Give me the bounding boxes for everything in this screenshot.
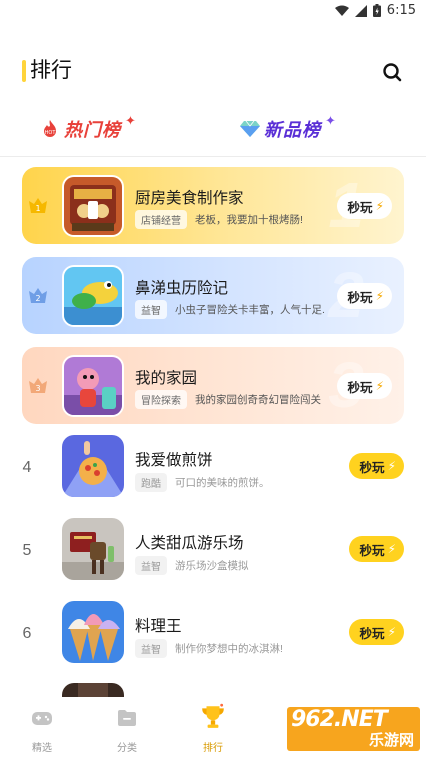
flame-icon: HOT (44, 120, 57, 137)
crown-rank-number: 1 (35, 204, 40, 213)
app-icon-ice-cream[interactable] (62, 601, 124, 663)
watermark-bottom-text: 乐游网 (368, 732, 414, 749)
lightning-icon: ⚡ (375, 289, 384, 303)
category-tag: 益智 (135, 300, 167, 319)
signal-icon (354, 4, 367, 17)
category-tag: 店铺经营 (135, 210, 187, 229)
app-description: 制作你梦想中的冰淇淋! (175, 643, 283, 655)
app-name: 鼻涕虫历险记 (135, 280, 229, 297)
app-name: 厨房美食制作家 (135, 190, 244, 207)
nav-label: 精选 (32, 743, 52, 754)
app-description: 我的家园创奇奇幻冒险闯关 (195, 394, 321, 406)
list-item[interactable]: 6 料理王 益智 制作你梦想中的冰淇淋! 秒玩 ⚡ (0, 601, 426, 663)
rank-number: 4 (22, 459, 32, 476)
play-button[interactable]: 秒玩 ⚡ (336, 373, 392, 399)
top-rank-card[interactable]: 2 2 鼻涕虫历险记 益智 小虫子冒险关卡丰富，人气十足. (22, 257, 404, 334)
app-icon-kitchen[interactable] (62, 175, 124, 237)
app-meta: 跑酷 可口的美味的煎饼。 (135, 473, 270, 492)
category-tag: 益智 (135, 556, 167, 575)
page-title: 排行 (30, 59, 72, 82)
app-description: 游乐场沙盒模拟 (175, 560, 249, 572)
category-tag: 冒险探索 (135, 390, 187, 409)
trophy-icon (202, 703, 224, 728)
play-button-label: 秒玩 (359, 543, 385, 558)
rank-number: 6 (22, 625, 32, 642)
gamepad-icon (32, 712, 52, 725)
diamond-icon (240, 120, 260, 137)
category-tag: 跑酷 (135, 473, 167, 492)
top-rank-card[interactable]: 1 1 厨房美食制作家 店铺经营 老板，我要加十根烤肠! (22, 167, 404, 244)
app-icon-melon-playground[interactable] (62, 518, 124, 580)
status-icons: 6:15 (334, 3, 416, 18)
nav-item-featured[interactable]: 精选 (17, 707, 67, 754)
crown-rank-number: 3 (35, 384, 40, 393)
nav-item-category[interactable]: 分类 (102, 707, 152, 754)
app-name: 我的家园 (135, 370, 198, 387)
battery-icon (372, 4, 381, 17)
top-rank-card[interactable]: 3 3 我的家园 冒险探索 我的家园创奇奇幻冒险闯关 (22, 347, 404, 424)
app-icon-home[interactable] (62, 355, 124, 417)
search-icon[interactable] (382, 62, 402, 82)
crown-rank-icon: 1 (29, 198, 47, 213)
header: 排行 (0, 56, 426, 88)
tab-divider (0, 156, 426, 157)
app-description: 小虫子冒险关卡丰富，人气十足. (175, 304, 325, 316)
app-meta: 店铺经营 老板，我要加十根烤肠! (135, 210, 303, 229)
play-button-label: 秒玩 (347, 200, 373, 215)
folder-icon (118, 710, 136, 726)
app-meta: 益智 制作你梦想中的冰淇淋! (135, 639, 283, 658)
play-button-label: 秒玩 (347, 290, 373, 305)
status-bar: 6:15 (0, 0, 426, 24)
wifi-icon (334, 5, 349, 16)
app-name: 我爱做煎饼 (135, 452, 213, 469)
sparkle-icon: ✦ (125, 113, 136, 128)
nav-label: 分类 (117, 743, 137, 754)
lightning-icon: ⚡ (387, 625, 396, 639)
app-name: 人类甜瓜游乐场 (135, 535, 244, 552)
crown-rank-icon: 3 (29, 378, 47, 393)
play-button[interactable]: 秒玩 ⚡ (348, 536, 404, 562)
app-icon-pancake[interactable] (62, 435, 124, 497)
app-description: 老板，我要加十根烤肠! (195, 214, 303, 226)
tab-new-label: 新品榜 (264, 120, 321, 140)
site-watermark-logo: 962.NET 乐游网 (287, 707, 420, 751)
app-name: 料理王 (135, 618, 182, 635)
lightning-icon: ⚡ (375, 199, 384, 213)
crown-rank-icon: 2 (29, 288, 47, 303)
ranking-tabs: HOT 热门榜 ✦ 新品榜 ✦ (0, 113, 426, 150)
app-icon-slug[interactable] (62, 265, 124, 327)
play-button[interactable]: 秒玩 ⚡ (336, 283, 392, 309)
play-button-label: 秒玩 (359, 626, 385, 641)
tab-hot-label: 热门榜 (64, 120, 121, 140)
play-button[interactable]: 秒玩 ⚡ (336, 193, 392, 219)
play-button[interactable]: 秒玩 ⚡ (348, 453, 404, 479)
svg-text:HOT: HOT (45, 130, 57, 136)
lightning-icon: ⚡ (375, 379, 384, 393)
sparkle-icon: ✦ (325, 113, 336, 128)
category-tag: 益智 (135, 639, 167, 658)
play-button-label: 秒玩 (359, 460, 385, 475)
nav-item-ranking[interactable]: 排行 (188, 703, 238, 754)
app-meta: 冒险探索 我的家园创奇奇幻冒险闯关 (135, 390, 321, 409)
app-description: 可口的美味的煎饼。 (175, 477, 270, 489)
nav-label: 排行 (203, 743, 223, 754)
list-item[interactable] (0, 683, 426, 697)
status-time: 6:15 (386, 3, 416, 18)
list-item[interactable]: 5 人类甜瓜游乐场 益智 游乐场沙盒模拟 秒玩 ⚡ (0, 518, 426, 580)
rank-number: 5 (22, 542, 32, 559)
title-accent-bar (22, 60, 26, 82)
list-item[interactable]: 4 我爱做煎饼 跑酷 可口的美味的煎饼。 秒玩 ⚡ (0, 435, 426, 497)
play-button-label: 秒玩 (347, 380, 373, 395)
lightning-icon: ⚡ (387, 542, 396, 556)
crown-rank-number: 2 (35, 294, 40, 303)
app-meta: 益智 小虫子冒险关卡丰富，人气十足. (135, 300, 325, 319)
tab-hot[interactable]: HOT 热门榜 ✦ (40, 113, 136, 142)
app-icon-partial[interactable] (62, 683, 124, 697)
lightning-icon: ⚡ (387, 459, 396, 473)
play-button[interactable]: 秒玩 ⚡ (348, 619, 404, 645)
app-meta: 益智 游乐场沙盒模拟 (135, 556, 249, 575)
tab-new[interactable]: 新品榜 ✦ (240, 113, 336, 142)
